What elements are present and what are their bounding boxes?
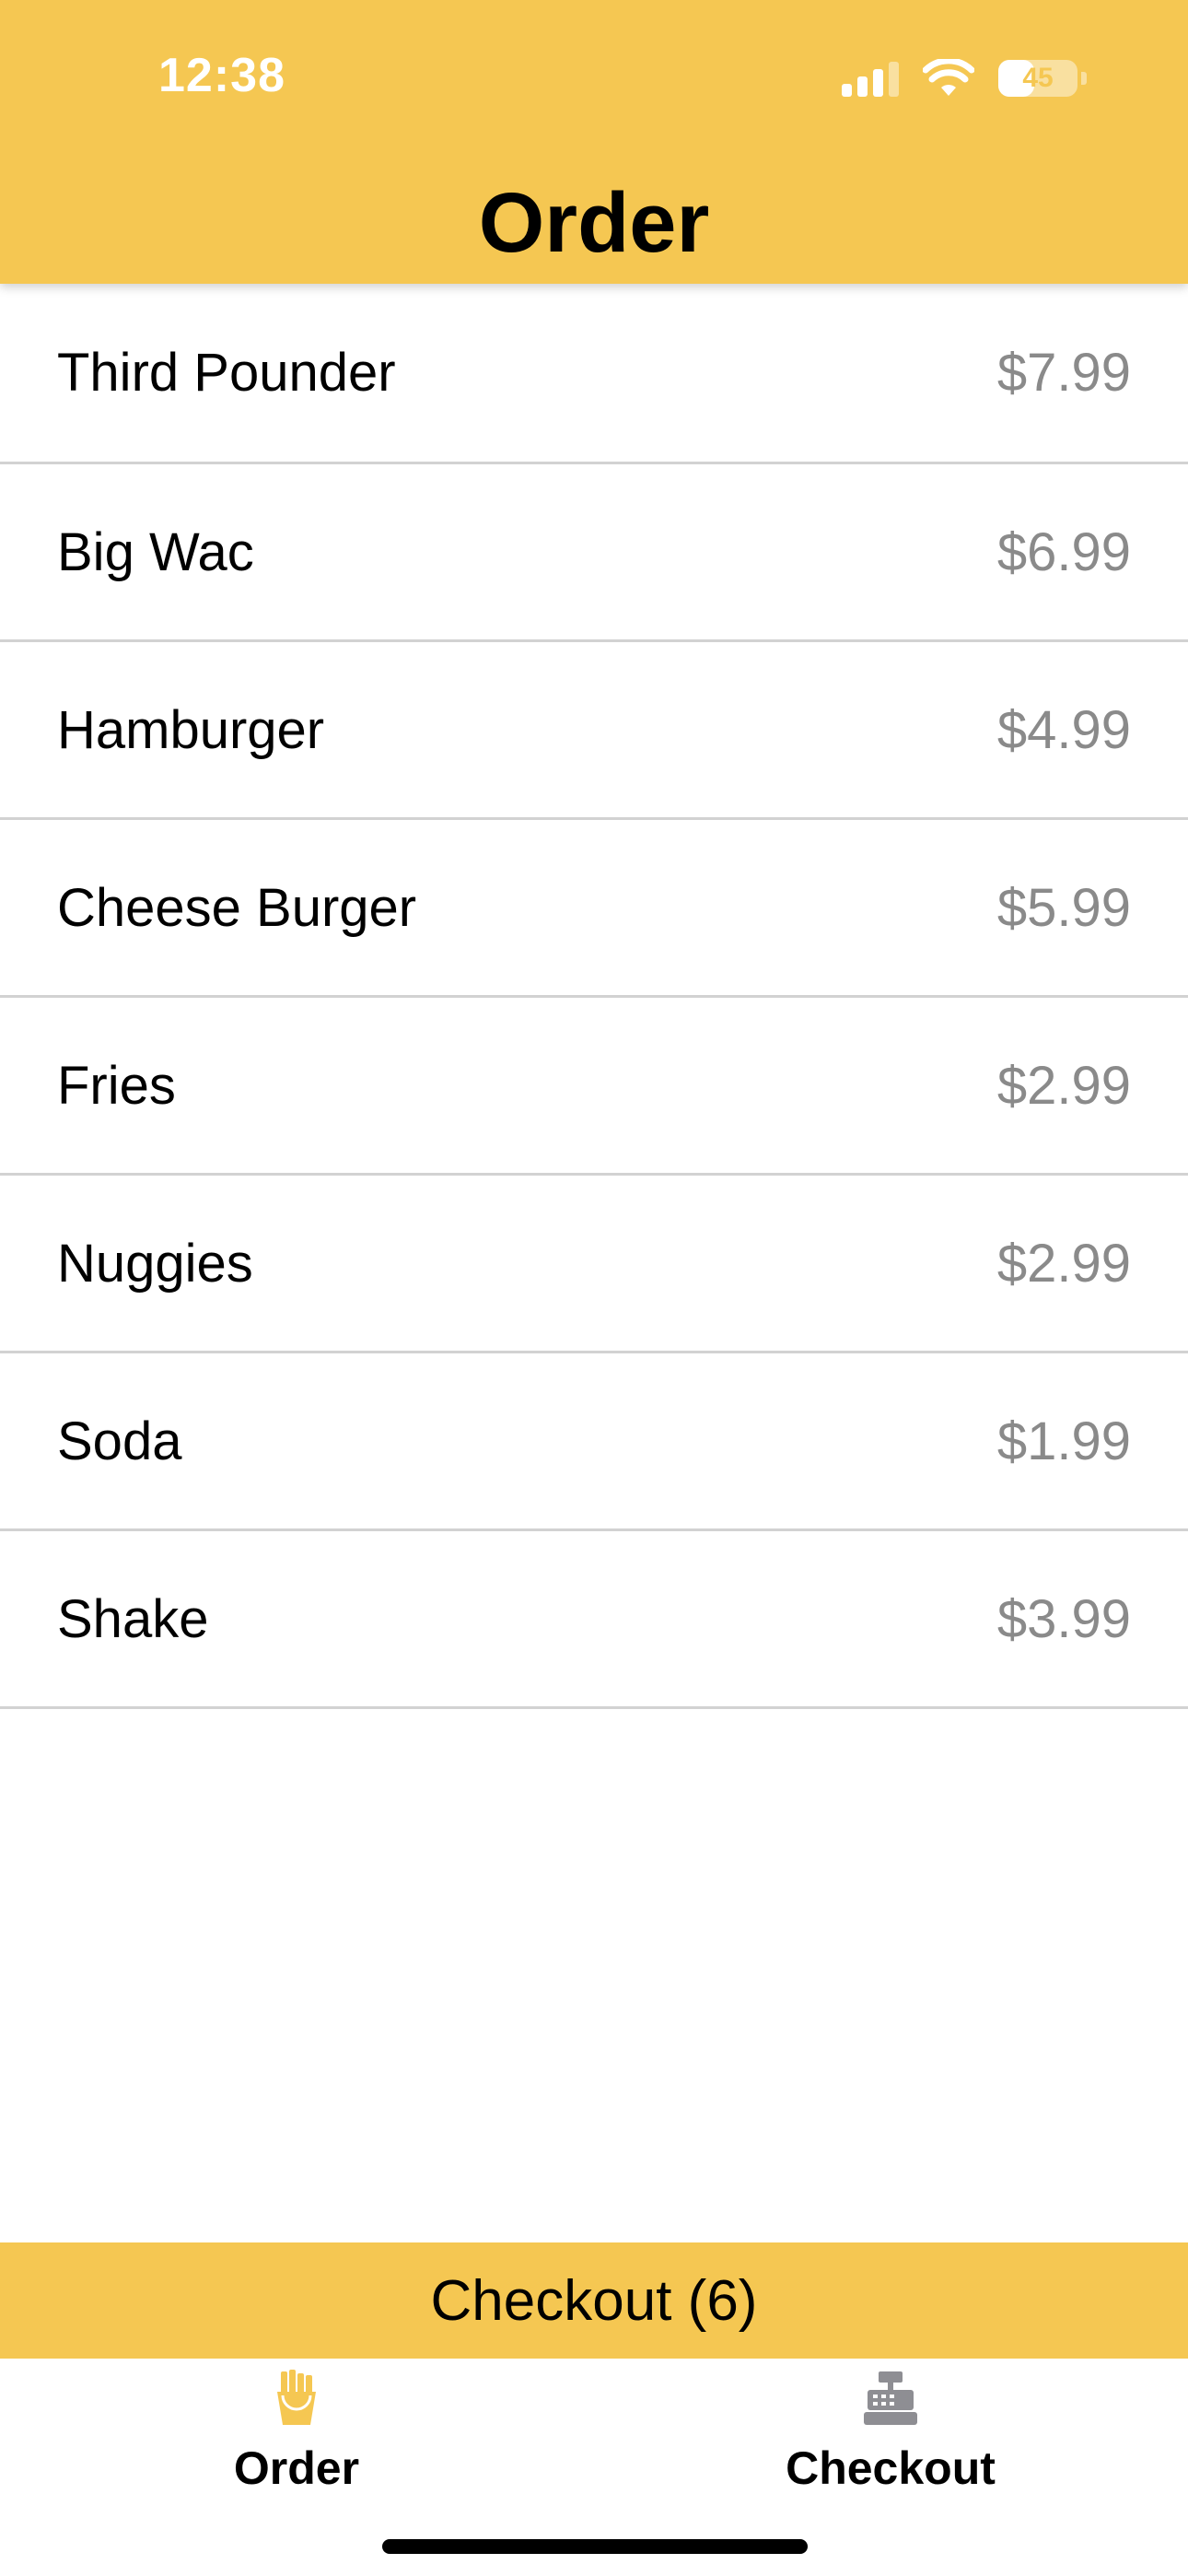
menu-item-name: Big Wac <box>57 521 254 582</box>
menu-item-name: Third Pounder <box>57 343 396 403</box>
menu-item-name: Nuggies <box>57 1233 253 1294</box>
menu-item-price: $4.99 <box>996 699 1131 760</box>
cash-register-icon <box>864 2371 917 2425</box>
menu-item[interactable]: Shake $3.99 <box>0 1531 1188 1709</box>
wifi-icon <box>923 59 974 96</box>
checkout-button[interactable]: Checkout (6) <box>0 2242 1188 2359</box>
tab-order-label: Order <box>233 2442 360 2494</box>
menu-list: Third Pounder $7.99 Big Wac $6.99 Hamburger $… <box>0 284 1188 1709</box>
menu-item-name: Cheese Burger <box>57 877 417 938</box>
menu-item[interactable]: Hamburger $4.99 <box>0 642 1188 820</box>
menu-item-name: Shake <box>57 1588 209 1649</box>
menu-item[interactable]: Fries $2.99 <box>0 998 1188 1176</box>
page-title: Order <box>478 176 710 270</box>
menu-item-name: Fries <box>57 1055 176 1116</box>
menu-item[interactable]: Big Wac $6.99 <box>0 464 1188 642</box>
tab-checkout[interactable]: Checkout <box>706 2368 1075 2495</box>
menu-item-price: $5.99 <box>996 877 1131 938</box>
app-screen: 12:38 45 Order Third Pounder $7.99 Big Wac… <box>0 0 1188 2576</box>
menu-item-price: $1.99 <box>996 1411 1131 1471</box>
menu-item-price: $7.99 <box>996 343 1131 403</box>
home-indicator <box>382 2539 808 2554</box>
menu-item[interactable]: Soda $1.99 <box>0 1353 1188 1531</box>
menu-item[interactable]: Cheese Burger $5.99 <box>0 820 1188 998</box>
status-icons: 45 <box>842 59 1087 98</box>
fries-icon <box>277 2370 316 2425</box>
menu-item-name: Hamburger <box>57 699 325 760</box>
menu-item-price: $2.99 <box>996 1055 1131 1116</box>
status-time: 12:38 <box>158 49 285 102</box>
battery-level: 45 <box>1022 63 1054 93</box>
menu-item-name: Soda <box>57 1411 182 1471</box>
menu-item-price: $3.99 <box>996 1588 1131 1649</box>
menu-item[interactable]: Third Pounder $7.99 <box>0 284 1188 464</box>
menu-item-price: $2.99 <box>996 1233 1131 1294</box>
menu-item-price: $6.99 <box>996 521 1131 582</box>
cellular-signal-icon <box>842 60 899 97</box>
tab-checkout-label: Checkout <box>786 2442 996 2494</box>
menu-item[interactable]: Nuggies $2.99 <box>0 1176 1188 1353</box>
navigation-header: 12:38 45 Order <box>0 0 1188 284</box>
tab-order[interactable]: Order <box>112 2368 481 2495</box>
battery-icon: 45 <box>998 60 1077 97</box>
